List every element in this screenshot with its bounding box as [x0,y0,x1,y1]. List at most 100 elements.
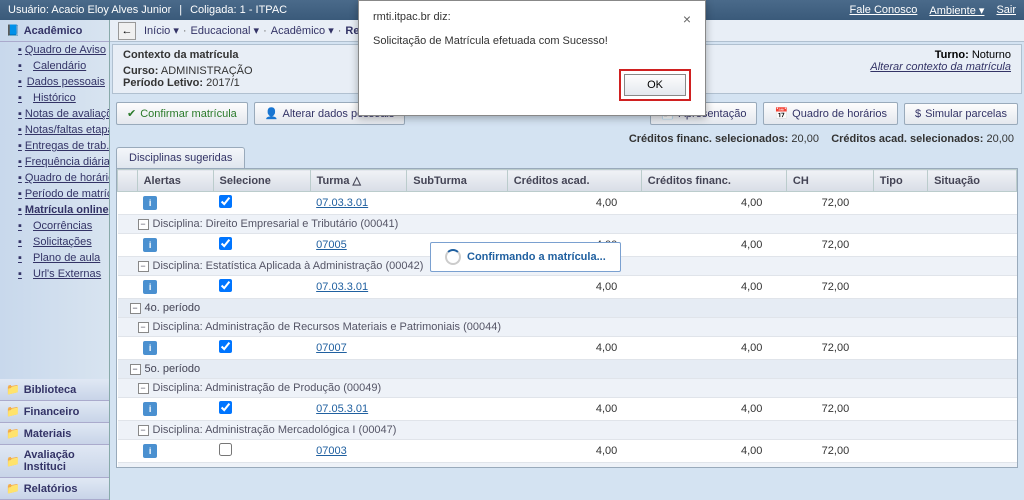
sidebar-item[interactable]: ▪Notas/faltas etapas [0,122,109,138]
column-header[interactable]: Alertas [137,170,213,192]
item-icon: ▪ [18,92,30,104]
column-header[interactable]: CH [786,170,873,192]
select-checkbox[interactable] [219,401,232,414]
table-row: −Disciplina: Administração de Recursos M… [118,318,1017,337]
info-icon[interactable]: i [143,341,157,355]
crumb[interactable]: Início ▾ [144,24,179,37]
sidebar-item[interactable]: ▪Plano de aula [0,250,109,266]
dialog-title: rmti.itpac.br diz: [373,11,451,27]
turma-link[interactable]: 07.03.3.01 [316,281,368,293]
turma-link[interactable]: 07.03.3.01 [316,197,368,209]
select-checkbox[interactable] [219,195,232,208]
table-row: i07.03.3.014,004,0072,00 [118,192,1017,215]
context-title: Contexto da matrícula [123,49,253,61]
sidebar-item[interactable]: ▪Calendário [0,58,109,74]
sidebar-item[interactable]: ▪Matrícula online [0,202,109,218]
crumb[interactable]: Acadêmico ▾ [271,24,334,37]
sidebar-section[interactable]: 📁Materiais [0,423,109,445]
sidebar-section[interactable]: 📁Relatórios [0,478,109,500]
section-icon: 📁 [6,455,20,468]
info-icon[interactable]: i [143,402,157,416]
sidebar-item[interactable]: ▪Histórico [0,90,109,106]
sidebar-item[interactable]: ▪Quadro de horários [0,170,109,186]
book-icon: 📘 [6,24,20,37]
alterar-contexto-link[interactable]: Alterar contexto da matrícula [870,61,1011,73]
section-icon: 📁 [6,405,20,418]
quadro-horarios-button[interactable]: 📅 Quadro de horários [763,102,897,125]
fale-conosco-link[interactable]: Fale Conosco [850,4,918,17]
item-icon: ▪ [18,140,22,152]
select-checkbox[interactable] [219,279,232,292]
column-header[interactable] [118,170,138,192]
check-icon: ✔ [127,107,136,120]
close-icon[interactable]: × [683,11,691,27]
column-header[interactable]: SubTurma [407,170,507,192]
sidebar-item[interactable]: ▪Notas de avaliaçõe [0,106,109,122]
sidebar-item[interactable]: ▪Frequência diária [0,154,109,170]
collapse-icon[interactable]: − [138,261,149,272]
sidebar-item[interactable]: ▪Entregas de trab./a [0,138,109,154]
column-header[interactable]: Créditos acad. [507,170,641,192]
info-icon[interactable]: i [143,280,157,294]
sidebar-item[interactable]: ▪Dados pessoais [0,74,109,90]
sidebar-section-academico[interactable]: 📘 Acadêmico [0,20,109,42]
turma-link[interactable]: 07.05.3.01 [316,403,368,415]
simular-parcelas-button[interactable]: $ Simular parcelas [904,103,1018,125]
grid: AlertasSelecioneTurma △SubTurmaCréditos … [116,168,1018,468]
item-icon: ▪ [18,60,30,72]
item-icon: ▪ [18,76,24,88]
money-icon: $ [915,108,921,120]
sidebar-item[interactable]: ▪Ocorrências [0,218,109,234]
select-checkbox[interactable] [219,237,232,250]
sidebar-item[interactable]: ▪Período de matrícul [0,186,109,202]
info-icon[interactable]: i [143,196,157,210]
collapse-icon[interactable]: − [130,303,141,314]
section-icon: 📁 [6,383,20,396]
column-header[interactable]: Créditos financ. [641,170,786,192]
table-row: −Disciplina: Administração de Produção (… [118,379,1017,398]
turma-link[interactable]: 07005 [316,239,347,251]
info-icon[interactable]: i [143,238,157,252]
sair-link[interactable]: Sair [996,4,1016,17]
sidebar-section[interactable]: 📁Biblioteca [0,379,109,401]
tabs: Disciplinas sugeridas [116,147,1018,168]
sidebar-section[interactable]: 📁Financeiro [0,401,109,423]
turma-link[interactable]: 07007 [316,342,347,354]
column-header[interactable]: Selecione [213,170,310,192]
info-icon[interactable]: i [143,444,157,458]
item-icon: ▪ [18,188,22,200]
back-button[interactable]: ← [118,22,136,40]
turma-link[interactable]: 07003 [316,445,347,457]
crumb[interactable]: Educacional ▾ [191,24,260,37]
collapse-icon[interactable]: − [138,467,149,468]
select-checkbox[interactable] [219,443,232,456]
collapse-icon[interactable]: − [138,425,149,436]
sidebar-item[interactable]: ▪Solicitações [0,234,109,250]
column-header[interactable]: Tipo [873,170,927,192]
column-header[interactable]: Situação [928,170,1017,192]
item-icon: ▪ [18,156,22,168]
item-icon: ▪ [18,220,30,232]
item-icon: ▪ [18,268,30,280]
loading-overlay: Confirmando a matrícula... [430,242,621,272]
sidebar-item[interactable]: ▪Url's Externas [0,266,109,282]
ambiente-menu[interactable]: Ambiente ▾ [929,4,984,17]
item-icon: ▪ [18,44,22,56]
item-icon: ▪ [18,124,22,136]
item-icon: ▪ [18,108,22,120]
sidebar-section[interactable]: 📁Avaliação Instituci [0,445,109,478]
sidebar: 📘 Acadêmico ▪Quadro de Aviso▪Calendário▪… [0,20,110,500]
collapse-icon[interactable]: − [138,383,149,394]
ok-button[interactable]: OK [624,74,686,96]
select-checkbox[interactable] [219,340,232,353]
tab-disciplinas-sugeridas[interactable]: Disciplinas sugeridas [116,147,245,168]
person-icon: 👤 [265,107,279,120]
sidebar-item[interactable]: ▪Quadro de Aviso [0,42,109,58]
collapse-icon[interactable]: − [138,322,149,333]
collapse-icon[interactable]: − [130,364,141,375]
collapse-icon[interactable]: − [138,219,149,230]
calendar-icon: 📅 [774,107,788,120]
ok-highlight: OK [619,69,691,101]
confirmar-matricula-button[interactable]: ✔ Confirmar matrícula [116,102,248,125]
column-header[interactable]: Turma △ [310,170,407,192]
